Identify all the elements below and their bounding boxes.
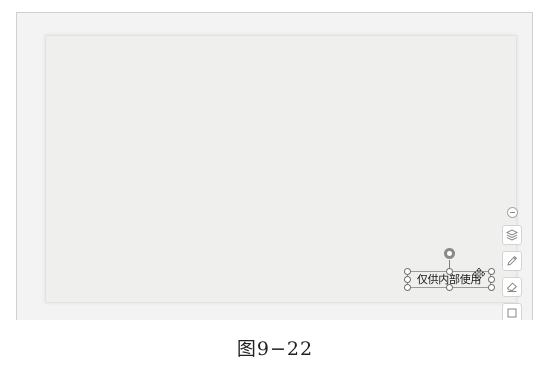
editor-canvas-area: 仅供内部使用 [16,12,533,320]
resize-handle-middle-left[interactable] [404,276,411,283]
resize-handle-bottom-left[interactable] [404,284,411,291]
zoom-out-icon[interactable] [506,207,518,218]
pen-icon [507,255,518,266]
eraser-button[interactable] [502,277,522,297]
shape-button[interactable] [502,303,522,320]
figure-caption: 图9−22 [236,338,314,360]
eraser-icon [506,282,517,292]
square-icon [507,308,517,318]
pen-button[interactable] [502,251,522,271]
floating-toolbar [501,207,523,320]
layers-icon [506,229,518,241]
resize-handle-top-left[interactable] [404,268,411,275]
rotate-handle[interactable] [444,248,455,259]
resize-handle-top-center[interactable] [446,268,453,275]
resize-handle-top-right[interactable] [488,268,495,275]
slide-page[interactable] [45,35,517,303]
resize-handle-bottom-center[interactable] [446,284,453,291]
resize-handle-middle-right[interactable] [488,276,495,283]
resize-handle-bottom-right[interactable] [488,284,495,291]
move-cursor-icon [473,268,485,280]
layers-button[interactable] [502,225,522,245]
